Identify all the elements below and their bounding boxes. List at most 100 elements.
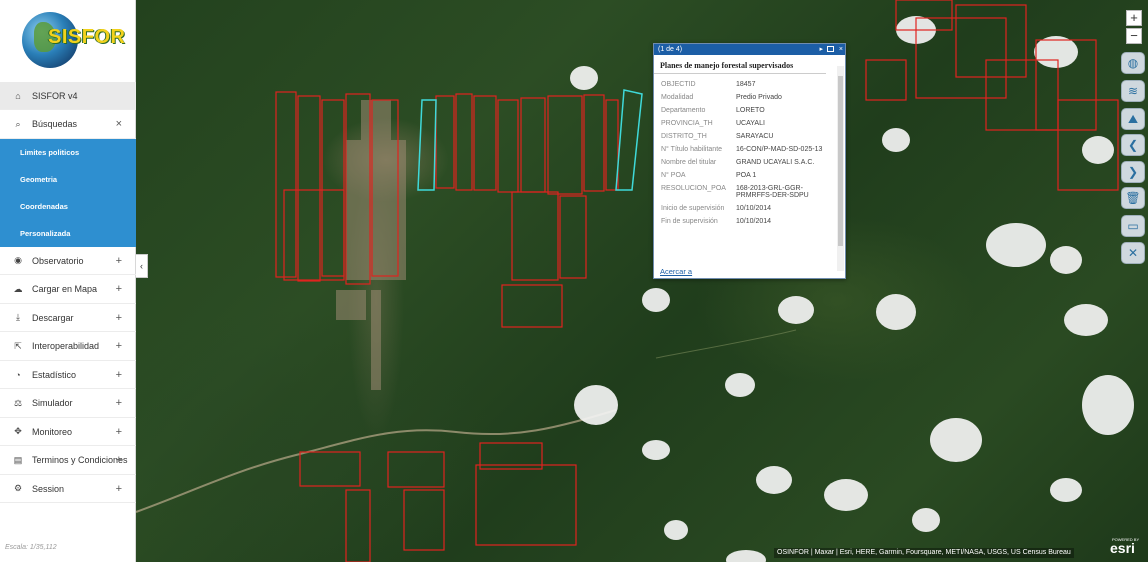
settings-icon: ⚙ bbox=[13, 483, 23, 493]
expand-icon[interactable]: + bbox=[116, 483, 122, 495]
sidebar-item-monitoreo[interactable]: ✥ Monitoreo + bbox=[0, 418, 136, 446]
crosshair-icon: ✥ bbox=[14, 426, 22, 436]
globe-icon[interactable]: ◍ bbox=[1121, 52, 1145, 74]
attribute-key: PROVINCIA_TH bbox=[661, 120, 713, 127]
balance-scale-icon: ⚖ bbox=[13, 397, 23, 408]
attribute-row: OBJECTID 18457 bbox=[654, 78, 838, 91]
attribute-value: 10/10/2014 bbox=[736, 205, 772, 212]
sidebar-item-label: Interoperabilidad bbox=[32, 341, 100, 351]
sidebar-item-interoperabilidad[interactable]: ⇱ Interoperabilidad + bbox=[0, 333, 136, 361]
expand-icon[interactable]: + bbox=[116, 283, 122, 295]
search-subitem[interactable]: Coordenadas bbox=[0, 193, 136, 220]
expand-icon[interactable]: + bbox=[116, 454, 122, 466]
cloud-upload-icon: ☁ bbox=[13, 283, 23, 294]
external-link-icon: ⇱ bbox=[14, 340, 22, 351]
expand-icon[interactable]: + bbox=[116, 426, 122, 438]
mountain-icon[interactable]: ⛰ bbox=[1121, 108, 1145, 130]
sidebar-item-label: Observatorio bbox=[32, 255, 84, 266]
close-popup-button[interactable]: × bbox=[839, 44, 843, 55]
attribute-key: Modalidad bbox=[661, 94, 694, 101]
attribute-row: DISTRITO_TH SARAYACU bbox=[654, 130, 838, 143]
expand-icon[interactable]: + bbox=[116, 340, 122, 352]
attribute-key: N° Título habilitante bbox=[661, 146, 723, 153]
attribute-row: N° POA POA 1 bbox=[654, 169, 838, 182]
download-icon: ⤓ bbox=[16, 312, 20, 322]
map-overlay bbox=[136, 0, 1134, 562]
map-attribution: OSINFOR | Maxar | Esri, HERE, Garmin, Fo… bbox=[774, 548, 1074, 558]
sidebar-item-cargar-en-mapa[interactable]: ☁ Cargar en Mapa + bbox=[0, 276, 136, 304]
collapse-sidebar-button[interactable]: ‹ bbox=[136, 254, 148, 278]
feature-popup: (1 de 4) ▸ × Planes de manejo forestal s… bbox=[653, 43, 846, 279]
search-subitem[interactable]: Geometria bbox=[0, 166, 136, 193]
attribute-value: UCAYALI bbox=[736, 120, 765, 127]
attribute-value: 16-CON/P-MAD-SD-025-13 bbox=[736, 146, 823, 153]
print-icon[interactable]: ▭ bbox=[1121, 215, 1145, 237]
expand-icon[interactable]: + bbox=[116, 369, 122, 381]
sidebar-item-simulador[interactable]: ⚖ Simulador + bbox=[0, 390, 136, 418]
attribute-key: Inicio de supervisión bbox=[661, 205, 725, 212]
attribute-value: SARAYACU bbox=[736, 133, 774, 140]
sidebar-item-label: Cargar en Mapa bbox=[32, 284, 98, 294]
attribute-key: OBJECTID bbox=[661, 81, 696, 88]
expand-icon[interactable]: + bbox=[116, 397, 122, 409]
attribute-row: Modalidad Predio Privado bbox=[654, 91, 838, 104]
attribute-row: Nombre del titular GRAND UCAYALI S.A.C. bbox=[654, 156, 838, 169]
sidebar-item-estadistico[interactable]: ◔ Estadístico + bbox=[0, 361, 136, 389]
attribute-row: Inicio de supervisión 10/10/2014 bbox=[654, 202, 838, 215]
eye-icon: ◉ bbox=[14, 255, 22, 265]
attribute-key: N° POA bbox=[661, 172, 686, 179]
sidebar-item-busquedas[interactable]: ⌕ Búsquedas × bbox=[0, 111, 136, 139]
map-canvas[interactable] bbox=[136, 0, 1148, 562]
sidebar-item-label: Búsquedas bbox=[32, 119, 78, 129]
sidebar-item-sisfor-v4[interactable]: ⌂ SISFOR v4 bbox=[0, 82, 136, 110]
search-subitem[interactable]: Personalizada bbox=[0, 220, 136, 247]
zoom-out-button[interactable]: − bbox=[1126, 28, 1142, 44]
newspaper-icon: ▤ bbox=[13, 454, 23, 465]
sidebar: SISFOR ⌂ SISFOR v4 ⌕ Búsquedas × Limites poli… bbox=[0, 0, 136, 562]
expand-icon[interactable]: + bbox=[116, 312, 122, 324]
collapse-icon[interactable]: × bbox=[116, 118, 122, 130]
next-feature-button[interactable]: ▸ bbox=[819, 44, 823, 55]
sidebar-item-terminos[interactable]: ▤ Terminos y Condiciones + bbox=[0, 447, 136, 475]
tools-icon[interactable]: ✕ bbox=[1121, 242, 1145, 264]
attribute-key: Fin de supervisión bbox=[661, 218, 718, 225]
popup-header: (1 de 4) ▸ × bbox=[654, 44, 845, 55]
layers-icon[interactable]: ≋ bbox=[1121, 80, 1145, 102]
scale-text: Escala: 1/35,112 bbox=[5, 544, 57, 551]
sidebar-item-session[interactable]: ⚙ Session + bbox=[0, 475, 136, 503]
attribute-value: LORETO bbox=[736, 107, 765, 114]
attribute-key: Departamento bbox=[661, 107, 706, 114]
popup-attribute-table: OBJECTID 18457 Modalidad Predio Privado Depa… bbox=[654, 78, 838, 266]
popup-title: Planes de manejo forestal supervisados bbox=[654, 55, 826, 74]
attribute-value: 10/10/2014 bbox=[736, 218, 772, 225]
maximize-icon[interactable] bbox=[827, 46, 834, 52]
attribute-value: 18457 bbox=[736, 81, 756, 88]
sidebar-item-label: Session bbox=[32, 483, 65, 494]
sidebar-item-label: Estadístico bbox=[32, 369, 77, 380]
sidebar-item-label: Terminos y Condiciones bbox=[32, 455, 128, 465]
popup-scrollbar[interactable] bbox=[837, 66, 844, 271]
attribute-row: PROVINCIA_TH UCAYALI bbox=[654, 117, 838, 130]
zoom-in-button[interactable]: + bbox=[1126, 10, 1142, 26]
back-arrow-icon[interactable]: ❮ bbox=[1121, 134, 1145, 156]
search-subitem[interactable]: Limites politicos bbox=[0, 139, 136, 166]
forward-arrow-icon[interactable]: ❯ bbox=[1121, 161, 1145, 183]
trash-icon[interactable]: 🗑 bbox=[1121, 187, 1145, 209]
attribute-value: Predio Privado bbox=[736, 94, 782, 101]
zoom-to-link[interactable]: Acercar a bbox=[660, 267, 692, 276]
attribute-value: GRAND UCAYALI S.A.C. bbox=[736, 159, 815, 166]
attribute-row: RESOLUCION_POA 168-2013-GRL-GGR-PRMRFFS-D… bbox=[654, 182, 838, 202]
sidebar-item-label: Descargar bbox=[32, 312, 74, 323]
search-icon: ⌕ bbox=[15, 118, 21, 129]
sidebar-item-label: Monitoreo bbox=[32, 426, 73, 437]
logo-text: SISFOR bbox=[48, 26, 126, 48]
sidebar-item-observatorio[interactable]: ◉ Observatorio + bbox=[0, 247, 136, 275]
attribute-value: 168-2013-GRL-GGR-PRMRFFS-DER-SDPU bbox=[736, 185, 809, 199]
sidebar-item-descargar[interactable]: ⤓ Descargar + bbox=[0, 304, 136, 332]
attribute-key: Nombre del titular bbox=[661, 159, 717, 166]
attribute-value: POA 1 bbox=[736, 172, 757, 179]
attribute-row: Departamento LORETO bbox=[654, 104, 838, 117]
logo: SISFOR bbox=[22, 12, 125, 70]
expand-icon[interactable]: + bbox=[116, 255, 122, 267]
sidebar-item-label: SISFOR v4 bbox=[32, 90, 78, 101]
